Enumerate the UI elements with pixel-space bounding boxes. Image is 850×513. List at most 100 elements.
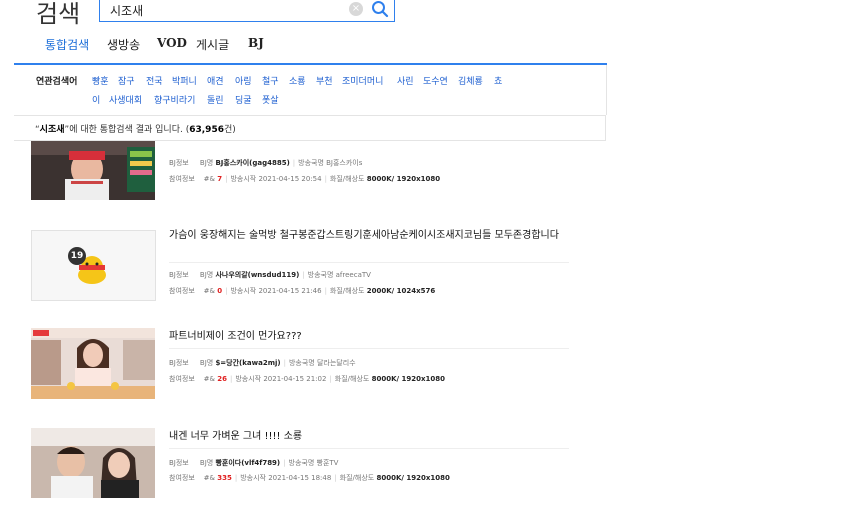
related-keyword[interactable]: 애견 — [207, 74, 224, 87]
bj-info: BJ정보 BJ명 사나우의갈(wnsdud119) | 방송국명 afreecaTV — [169, 271, 371, 279]
search-box[interactable]: × — [99, 0, 395, 22]
related-keyword[interactable]: 딩굴 — [235, 93, 252, 106]
page-title: 검색 — [36, 0, 81, 28]
bj-name[interactable]: 빵훈이다(vlf4f789) — [215, 459, 280, 467]
related-keyword[interactable]: 폿살 — [262, 93, 279, 106]
related-keyword[interactable]: 부천 — [316, 74, 333, 87]
clear-search-button[interactable]: × — [349, 2, 363, 16]
start-time: 2021-04-15 21:46 — [258, 287, 322, 295]
broadcast-name-label: 방송국명 — [288, 359, 315, 367]
stream-thumbnail[interactable]: 19 — [31, 230, 156, 301]
broadcast-name[interactable]: 빵훈TV — [317, 459, 339, 467]
bj-name[interactable]: 사나우의갈(wnsdud119) — [215, 271, 299, 279]
stream-thumbnail-image — [31, 141, 155, 200]
divider — [169, 262, 569, 263]
start-label: 방송시작 — [240, 474, 266, 482]
stream-title[interactable]: 내겐 너무 가벼운 그녀 !!!! 소룡 — [169, 430, 565, 443]
stream-thumbnail[interactable] — [31, 428, 155, 498]
related-keyword[interactable]: 사생대회 — [109, 93, 142, 106]
stream-title[interactable]: 파트너비제이 조건이 먼가요??? — [169, 330, 565, 343]
tab-bj[interactable]: BJ — [248, 36, 264, 50]
related-keyword[interactable]: 전국 — [146, 74, 163, 87]
viewer-count: 26 — [217, 375, 227, 383]
result-count-unit: 건) — [223, 125, 236, 135]
list-item[interactable]: 파트너비제이 조건이 먼가요??? BJ정보 BJ명 $=당간(kawa2mj)… — [30, 328, 575, 408]
divider — [169, 348, 569, 349]
quality-value: 2000K/ 1024x576 — [366, 287, 436, 295]
bj-info: BJ정보 BJ명 BJ홍스카이(gag4885) | 방송국명 BJ홍스카이s — [169, 159, 363, 167]
viewer-prefix: #& — [203, 175, 215, 183]
stream-thumbnail[interactable] — [31, 328, 155, 399]
tab-integrated[interactable]: 통합검색 — [45, 36, 89, 53]
viewer-info: 참여정보 #& 335 | 방송시작 2021-04-15 18:48 | 화질/해상도… — [169, 474, 450, 482]
bj-name[interactable]: BJ홍스카이(gag4885) — [215, 159, 289, 167]
age-badge: 19 — [70, 251, 84, 261]
tab-live[interactable]: 생방송 — [107, 36, 140, 53]
broadcast-name-label: 방송국명 — [288, 459, 315, 467]
quality-label: 화질/해상도 — [339, 474, 375, 482]
related-keyword[interactable]: 돌린 — [207, 93, 224, 106]
viewer-prefix: #& — [203, 287, 215, 295]
viewer-info: 참여정보 #& 0 | 방송시작 2021-04-15 21:46 | 화질/해상도 2… — [169, 287, 436, 295]
viewer-info-label: 참여정보 — [169, 474, 195, 482]
related-keyword[interactable]: 쵸 — [494, 74, 502, 87]
related-keyword[interactable]: 조미더머니 — [342, 74, 383, 87]
adult-content-icon — [32, 231, 155, 300]
related-keyword[interactable]: 철구 — [262, 74, 279, 87]
stream-thumbnail-image — [31, 328, 155, 399]
broadcast-name-label: 방송국명 — [298, 159, 324, 167]
bj-name[interactable]: $=당간(kawa2mj) — [215, 359, 280, 367]
viewer-info-label: 참여정보 — [169, 175, 195, 183]
related-keyword[interactable]: 사린 — [397, 74, 414, 87]
start-label: 방송시작 — [235, 375, 262, 383]
broadcast-name[interactable]: afreecaTV — [336, 271, 371, 279]
tab-vod[interactable]: VOD — [157, 36, 187, 50]
stream-title[interactable]: 가슴이 웅장해지는 술먹방 철구봉준갑스트링기훈세아남순케이시조새지코님들 모두… — [169, 229, 565, 242]
result-count-bar: “시조새”에 대한 통합검색 결과 입니다. (63,956건) — [14, 115, 606, 141]
viewer-prefix: #& — [203, 375, 215, 383]
bj-name-label: BJ명 — [199, 359, 214, 367]
related-keyword[interactable]: 소룡 — [289, 74, 306, 87]
result-count: “시조새”에 대한 통합검색 결과 입니다. (63,956건) — [35, 122, 236, 135]
related-keyword[interactable]: 향구비라기 — [154, 93, 195, 106]
viewer-info: 참여정보 #& 7 | 방송시작 2021-04-15 20:54 | 화질/해상도 8… — [169, 175, 441, 183]
stream-thumbnail[interactable] — [31, 141, 155, 200]
quality-value: 8000K/ 1920x1080 — [376, 474, 450, 482]
related-keywords-label: 연관검색어 — [36, 77, 78, 87]
list-item[interactable]: 내겐 너무 가벼운 그녀 !!!! 소룡 BJ정보 BJ명 빵훈이다(vlf4f… — [30, 428, 575, 508]
bj-info: BJ정보 BJ명 빵훈이다(vlf4f789) | 방송국명 빵훈TV — [169, 459, 339, 467]
bj-info: BJ정보 BJ명 $=당간(kawa2mj) | 방송국명 달라는달리수 — [169, 359, 356, 367]
start-label: 방송시작 — [230, 287, 257, 295]
related-keyword[interactable]: 김체룡 — [458, 74, 483, 87]
related-keyword[interactable]: 빵훈 — [92, 74, 109, 87]
tab-posts[interactable]: 게시글 — [196, 36, 229, 53]
bj-name-label: BJ명 — [199, 459, 214, 467]
viewer-info-label: 참여정보 — [169, 287, 195, 295]
bj-name-label: BJ명 — [199, 271, 214, 279]
search-button[interactable] — [371, 0, 389, 18]
broadcast-name[interactable]: BJ홍스카이s — [326, 159, 362, 167]
list-item[interactable]: BJ정보 BJ명 BJ홍스카이(gag4885) | 방송국명 BJ홍스카이s 참여… — [30, 141, 575, 209]
related-keyword[interactable]: 박퍼니 — [172, 74, 197, 87]
list-item[interactable]: 19 가슴이 웅장해지는 술먹방 철구봉준갑스트링기훈세아남순케이시조새지코님들… — [30, 229, 575, 309]
search-icon — [372, 1, 389, 18]
start-label: 방송시작 — [230, 175, 257, 183]
start-time: 2021-04-15 20:54 — [258, 175, 322, 183]
quality-value: 8000K/ 1920x1080 — [366, 175, 441, 183]
bj-info-label: BJ정보 — [169, 359, 189, 367]
result-keyword: 시조새 — [39, 125, 65, 135]
related-keyword[interactable]: 아링 — [235, 74, 252, 87]
bj-info-label: BJ정보 — [169, 459, 189, 467]
quality-label: 화질/해상도 — [329, 175, 365, 183]
divider — [169, 448, 569, 449]
search-input[interactable] — [110, 1, 330, 19]
viewer-prefix: #& — [203, 474, 215, 482]
results-list: BJ정보 BJ명 BJ홍스카이(gag4885) | 방송국명 BJ홍스카이s 참여… — [0, 141, 850, 513]
bj-info-label: BJ정보 — [169, 271, 189, 279]
viewer-info-label: 참여정보 — [169, 375, 195, 383]
viewer-count: 335 — [217, 474, 232, 482]
related-keyword[interactable]: 이 — [92, 93, 100, 106]
related-keyword[interactable]: 도수연 — [423, 74, 448, 87]
broadcast-name[interactable]: 달라는달리수 — [317, 359, 356, 367]
related-keyword[interactable]: 잠구 — [118, 74, 135, 87]
